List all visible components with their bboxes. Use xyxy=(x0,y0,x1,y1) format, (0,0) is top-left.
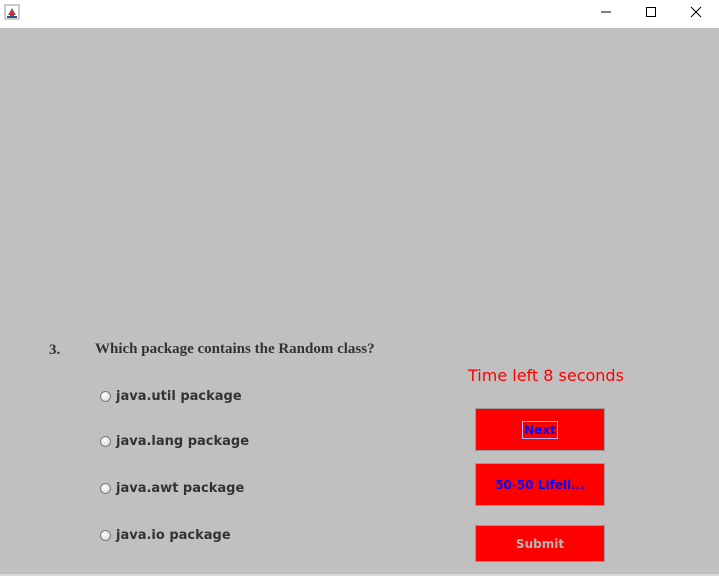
java-cup-icon xyxy=(4,4,20,20)
window-titlebar xyxy=(0,0,719,28)
radio-button[interactable] xyxy=(100,530,111,541)
radio-button[interactable] xyxy=(100,391,111,402)
close-icon xyxy=(690,5,702,23)
option-3[interactable]: java.awt package xyxy=(100,481,244,496)
maximize-button[interactable] xyxy=(628,0,674,28)
timer-label: Time left 8 seconds xyxy=(468,366,624,385)
radio-button[interactable] xyxy=(100,436,111,447)
minimize-button[interactable] xyxy=(583,0,629,28)
lifeline-button[interactable]: 50-50 Lifeli... xyxy=(475,463,605,506)
option-label: java.io package xyxy=(116,528,231,543)
option-label: java.awt package xyxy=(116,481,245,496)
minimize-icon xyxy=(600,5,612,23)
close-button[interactable] xyxy=(673,0,719,28)
radio-button[interactable] xyxy=(100,483,111,494)
submit-button-label: Submit xyxy=(515,536,565,551)
quiz-panel: 3. Which package contains the Random cla… xyxy=(0,28,719,574)
maximize-icon xyxy=(645,5,657,23)
option-2[interactable]: java.lang package xyxy=(100,434,249,449)
question-number: 3. xyxy=(49,342,61,358)
option-4[interactable]: java.io package xyxy=(100,528,231,543)
submit-button[interactable]: Submit xyxy=(475,525,605,562)
lifeline-button-label: 50-50 Lifeli... xyxy=(495,477,585,492)
option-1[interactable]: java.util package xyxy=(100,389,242,404)
next-button[interactable]: Next xyxy=(475,408,605,451)
question-text: Which package contains the Random class? xyxy=(95,341,375,357)
option-label: java.util package xyxy=(116,389,242,404)
option-label: java.lang package xyxy=(116,434,250,449)
next-button-label: Next xyxy=(522,420,558,439)
